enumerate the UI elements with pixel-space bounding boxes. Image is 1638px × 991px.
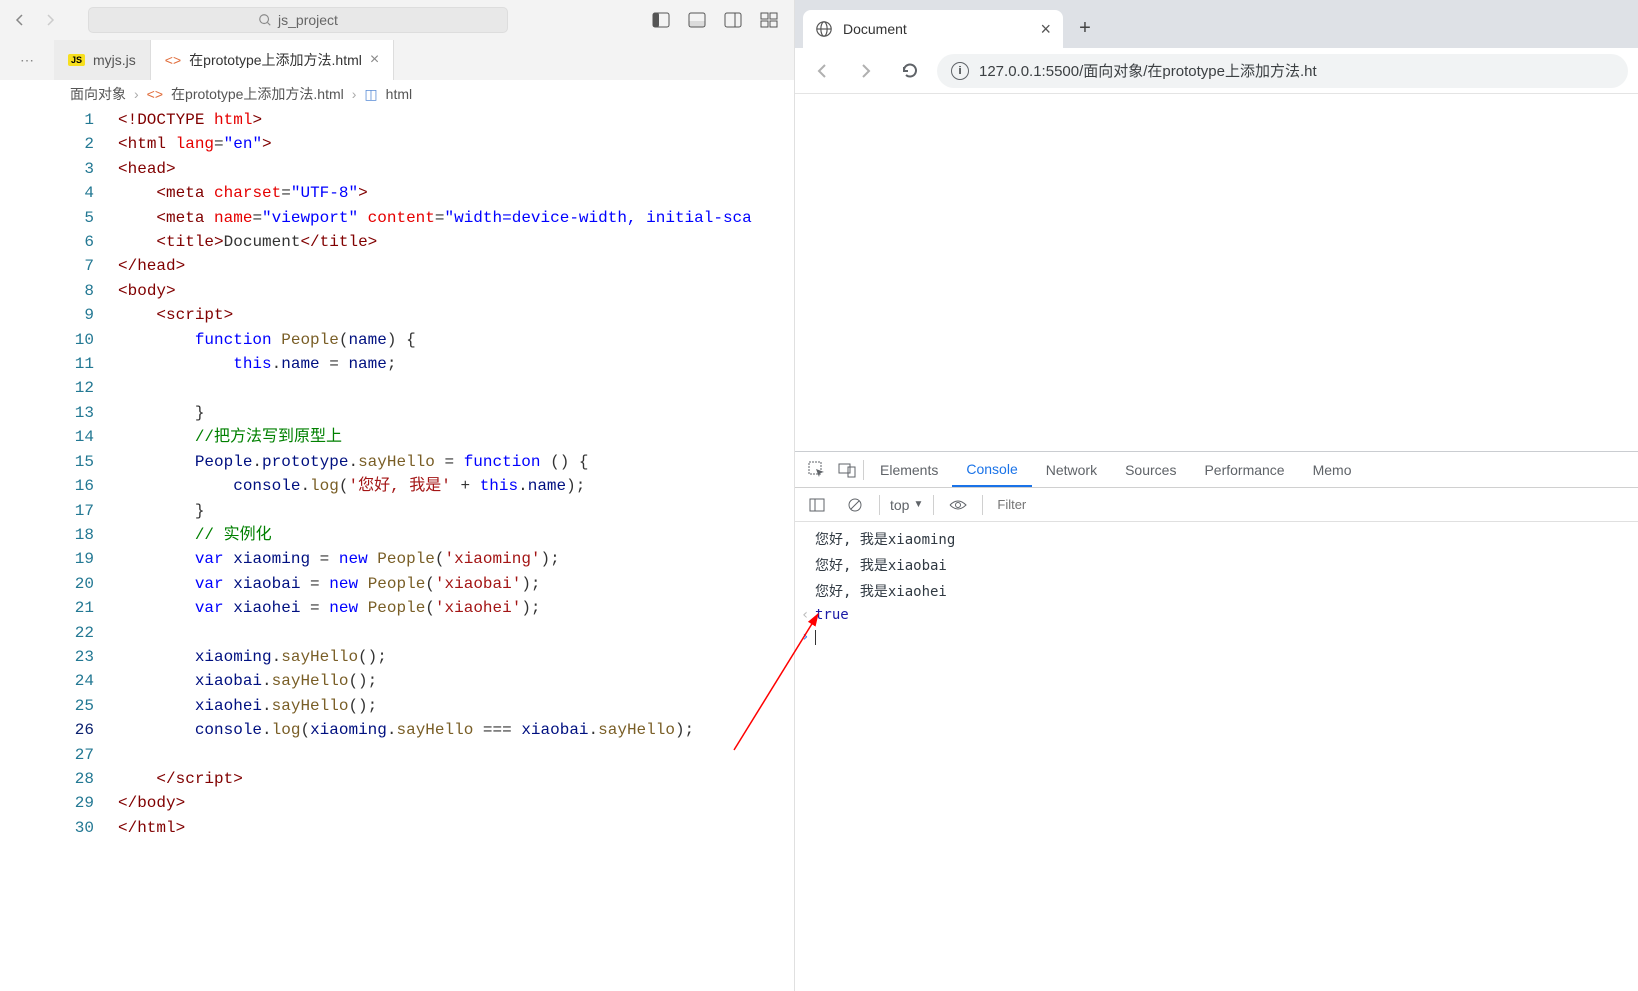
code-editor[interactable]: 1234567891011121314151617181920212223242… [0,108,794,991]
toggle-sidebar-icon[interactable] [652,11,670,29]
symbol-icon: ◫ [364,86,377,103]
browser-tab-title: Document [843,21,907,37]
arrow-right-icon [856,61,876,81]
browser-viewport [795,94,1638,451]
devtools-tab-console[interactable]: Console [952,453,1031,487]
nav-forward-button[interactable] [38,8,62,32]
reload-icon [900,61,920,81]
globe-icon [815,20,833,38]
devtools-tabs: ElementsConsoleNetworkSourcesPerformance… [795,452,1638,488]
console-filter-input[interactable] [993,495,1177,514]
live-expression-button[interactable] [944,499,972,511]
html-file-icon: <> [165,52,181,68]
device-toolbar-button[interactable] [833,461,861,479]
console-log-line: 您好, 我是xiaoming [795,526,1638,552]
console-log-line: 您好, 我是xiaohei [795,578,1638,604]
browser-tab-strip: Document × + [795,0,1638,48]
console-log-line: 您好, 我是xiaobai [795,552,1638,578]
browser-pane: Document × + i 127.0.0.1:5500/面向对象/在prot… [795,0,1638,991]
toggle-sidebar-button[interactable] [803,497,831,513]
nav-back-button[interactable] [8,8,32,32]
toggle-secondary-icon[interactable] [724,11,742,29]
browser-tab[interactable]: Document × [803,10,1063,48]
inspect-icon [808,461,826,479]
tab-label: myjs.js [93,52,136,68]
devtools-tab-performance[interactable]: Performance [1190,453,1298,487]
inspect-element-button[interactable] [803,461,831,479]
execution-context[interactable]: top ▼ [890,497,923,513]
devices-icon [838,461,856,479]
browser-back-button[interactable] [805,54,839,88]
toggle-panel-icon[interactable] [688,11,706,29]
chevron-right-icon: › [352,86,357,102]
js-file-icon: JS [68,54,85,66]
arrow-left-icon [812,61,832,81]
chevron-right-icon: › [134,86,139,102]
sidebar-icon [809,497,825,513]
breadcrumb-segment: html [386,86,412,102]
console-output[interactable]: 您好, 我是xiaoming您好, 我是xiaobai您好, 我是xiaohei… [795,522,1638,648]
console-result: ‹ true [795,604,1638,626]
editor-pane: js_project ⋯ JS myjs.js <> 在prototype上添加方法.… [0,0,795,991]
editor-tab[interactable]: JS myjs.js [54,40,151,80]
tab-more-button[interactable]: ⋯ [0,40,54,80]
close-tab-button[interactable]: × [370,51,379,69]
command-search[interactable]: js_project [88,7,508,33]
clear-console-button[interactable] [841,497,869,513]
chevron-down-icon: ▼ [913,499,923,510]
console-toolbar: top ▼ [795,488,1638,522]
editor-tabs: ⋯ JS myjs.js <> 在prototype上添加方法.html × [0,40,794,80]
arrow-left-icon [12,12,28,28]
site-info-icon[interactable]: i [951,62,969,80]
breadcrumb[interactable]: 面向对象 › <> 在prototype上添加方法.html › ◫ html [0,80,794,108]
browser-forward-button[interactable] [849,54,883,88]
editor-tab[interactable]: <> 在prototype上添加方法.html × [151,40,394,80]
breadcrumb-segment: 在prototype上添加方法.html [171,84,344,104]
clear-icon [847,497,863,513]
breadcrumb-segment: 面向对象 [70,84,126,104]
arrow-right-icon [42,12,58,28]
devtools-tab-elements[interactable]: Elements [866,453,952,487]
search-icon [258,13,272,27]
browser-reload-button[interactable] [893,54,927,88]
layout-controls [652,11,786,29]
devtools-tab-sources[interactable]: Sources [1111,453,1190,487]
address-bar[interactable]: i 127.0.0.1:5500/面向对象/在prototype上添加方法.ht [937,54,1628,88]
url-text: 127.0.0.1:5500/面向对象/在prototype上添加方法.ht [979,60,1317,81]
close-tab-button[interactable]: × [1040,19,1051,40]
editor-topbar: js_project [0,0,794,40]
line-number-gutter: 1234567891011121314151617181920212223242… [0,108,118,991]
devtools-tab-network[interactable]: Network [1032,453,1111,487]
browser-toolbar: i 127.0.0.1:5500/面向对象/在prototype上添加方法.ht [795,48,1638,94]
devtools: ElementsConsoleNetworkSourcesPerformance… [795,451,1638,991]
console-prompt[interactable]: › [795,626,1638,648]
customize-layout-icon[interactable] [760,11,778,29]
chevron-right-icon: › [801,629,809,645]
search-placeholder: js_project [278,12,338,28]
eye-icon [949,499,967,511]
html-file-icon: <> [147,86,163,102]
code-content[interactable]: <!DOCTYPE html><html lang="en"><head> <m… [118,108,794,991]
tab-label: 在prototype上添加方法.html [189,50,362,70]
new-tab-button[interactable]: + [1069,12,1101,44]
devtools-tab-memo[interactable]: Memo [1299,453,1366,487]
